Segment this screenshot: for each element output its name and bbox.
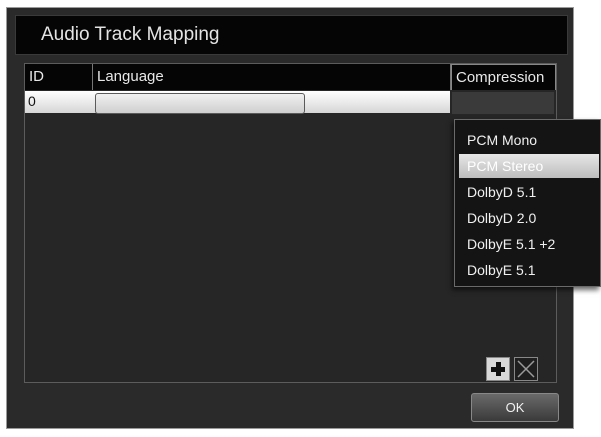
- menu-item-dolbye-5-1[interactable]: DolbyE 5.1: [459, 258, 599, 282]
- compression-select[interactable]: [452, 92, 554, 114]
- dialog-title: Audio Track Mapping: [41, 24, 220, 45]
- compression-dropdown-menu: PCM Mono PCM Stereo DolbyD 5.1 DolbyD 2.…: [454, 119, 601, 287]
- language-select[interactable]: [95, 93, 305, 114]
- menu-item-dolbye-5-1-plus-2[interactable]: DolbyE 5.1 +2: [459, 232, 599, 256]
- plus-icon: [491, 362, 505, 376]
- row-id: 0: [28, 93, 36, 109]
- menu-item-dolbyd-5-1[interactable]: DolbyD 5.1: [459, 180, 599, 204]
- add-track-button[interactable]: [486, 357, 510, 381]
- menu-item-pcm-mono[interactable]: PCM Mono: [459, 128, 599, 152]
- remove-track-button[interactable]: [514, 357, 538, 381]
- close-x-icon: [517, 360, 535, 378]
- menu-item-pcm-stereo[interactable]: PCM Stereo: [459, 154, 599, 178]
- table-header: ID Language Compression: [25, 64, 556, 90]
- column-header-compression[interactable]: Compression: [451, 64, 556, 90]
- table-row[interactable]: 0: [25, 91, 450, 114]
- dialog-titlebar: Audio Track Mapping: [15, 15, 568, 55]
- column-header-language[interactable]: Language: [93, 64, 451, 90]
- ok-button[interactable]: OK: [471, 393, 559, 422]
- menu-item-dolbyd-2-0[interactable]: DolbyD 2.0: [459, 206, 599, 230]
- column-header-id[interactable]: ID: [25, 64, 93, 90]
